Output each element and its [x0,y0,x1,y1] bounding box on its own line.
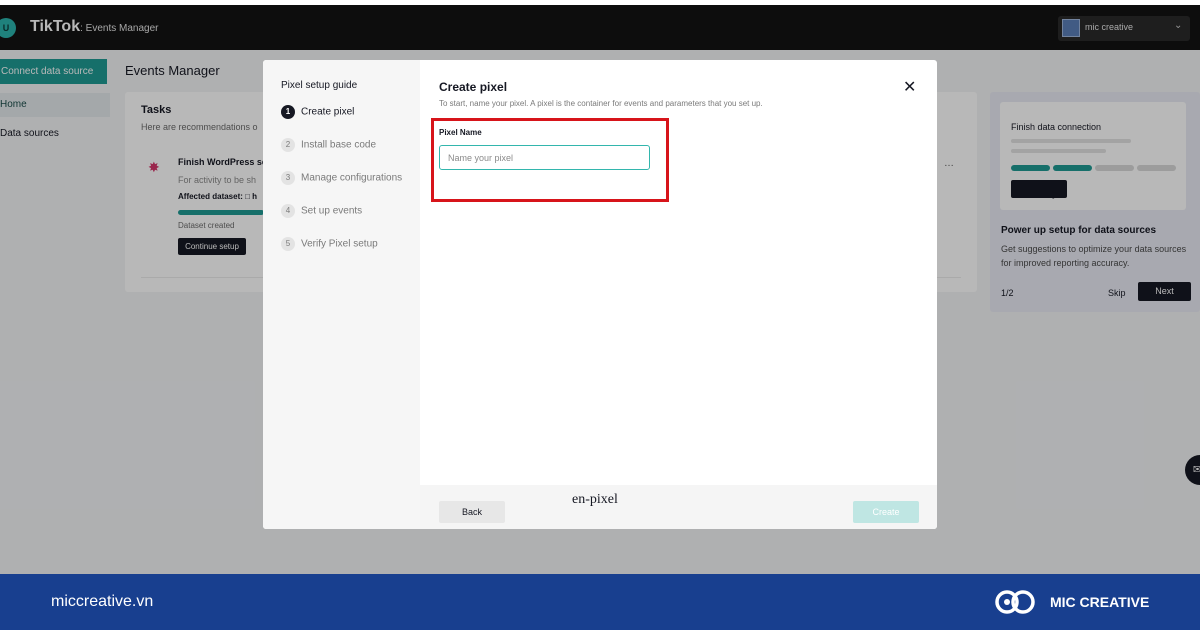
step-number: 5 [281,237,295,251]
step-number: 1 [281,105,295,119]
step-label: Set up events [301,205,363,217]
guide-title: Pixel setup guide [281,80,358,91]
events-manager-app: U TikTok: Events Manager mic creative ⌄ … [0,5,1200,574]
create-pixel-modal: Pixel setup guide 1 Create pixel 2 Install… [263,60,937,529]
step-label: Install base code [301,139,377,151]
banner-url: miccreative.vn [51,593,154,610]
step-label: Verify Pixel setup [301,238,378,250]
create-button[interactable]: Create [853,501,919,523]
step-label: Manage configurations [301,172,403,184]
back-button[interactable]: Back [439,501,505,523]
highlight-annotation [431,118,669,202]
step-number: 2 [281,138,295,152]
step-number: 3 [281,171,295,185]
modal-description: To start, name your pixel. A pixel is th… [439,99,763,108]
step-set-up-events: 4 Set up events [281,204,362,218]
modal-title: Create pixel [439,80,508,94]
banner-brand: MIC CREATIVE [1050,594,1150,610]
step-manage-configurations: 3 Manage configurations [281,171,402,185]
close-icon[interactable]: ✕ [903,77,916,97]
step-verify-pixel-setup: 5 Verify Pixel setup [281,237,378,251]
step-number: 4 [281,204,295,218]
step-create-pixel: 1 Create pixel [281,105,354,119]
modal-footer: Back Create [420,485,937,529]
step-install-base-code: 2 Install base code [281,138,376,152]
footer-banner: miccreative.vn MIC CREATIVE [0,574,1200,630]
mic-creative-logo-icon [995,590,1035,614]
pixel-setup-guide: Pixel setup guide 1 Create pixel 2 Install… [263,60,420,529]
step-label: Create pixel [301,106,355,118]
image-caption: en-pixel [572,492,618,507]
